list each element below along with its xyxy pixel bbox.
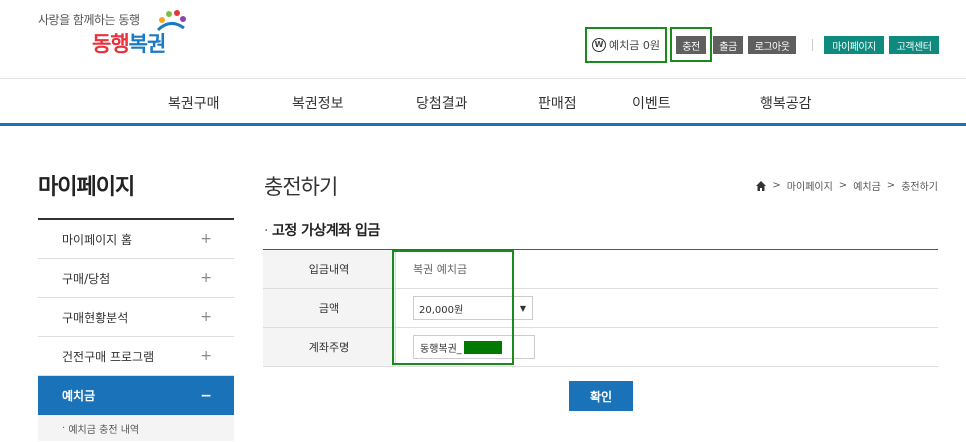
- page-title: 충전하기: [264, 175, 338, 199]
- nav-item-events[interactable]: 이벤트: [632, 93, 671, 113]
- section-title-text: 고정 가상계좌 입금: [271, 223, 380, 239]
- chevron-right-icon: >: [838, 180, 848, 191]
- breadcrumb-item[interactable]: 마이페이지: [787, 178, 833, 193]
- account-holder-label: 계좌주명: [263, 328, 396, 366]
- nav-item-happy[interactable]: 행복공감: [760, 93, 812, 113]
- sidebar-item-label: 구매현황분석: [62, 310, 129, 325]
- form-row-amount: 금액 20,000원 ▼: [263, 289, 938, 328]
- sidebar-title: 마이페이지: [38, 175, 135, 200]
- support-button[interactable]: 고객센터: [889, 36, 939, 54]
- form-highlight: [392, 250, 514, 365]
- chevron-right-icon: >: [772, 180, 781, 191]
- sidebar-item-label: 건전구매 프로그램: [62, 349, 155, 364]
- form-row-account-holder: 계좌주명 동행복권_: [263, 328, 938, 367]
- mypage-button[interactable]: 마이페이지: [824, 36, 884, 54]
- sidebar-item-deposit[interactable]: 예치금 −: [38, 376, 234, 415]
- withdraw-button[interactable]: 출금: [713, 36, 743, 54]
- breadcrumb-item: 충전하기: [901, 182, 938, 193]
- logo-text-part1: 동행: [92, 32, 130, 56]
- plus-icon: +: [200, 309, 212, 325]
- confirm-button[interactable]: 확인: [569, 381, 633, 411]
- nav-item-results[interactable]: 당첨결과: [416, 93, 468, 113]
- sidebar-item-label: 구매/당첨: [62, 271, 111, 286]
- plus-icon: +: [200, 270, 212, 286]
- home-icon[interactable]: [756, 180, 767, 191]
- bullet-icon: ·: [264, 223, 268, 239]
- deposit-balance[interactable]: W 예치금 0원: [585, 27, 667, 63]
- won-icon: W: [592, 38, 606, 52]
- header-divider: [812, 39, 813, 51]
- sidebar-item-healthy-program[interactable]: 건전구매 프로그램 +: [38, 337, 234, 376]
- deposit-type-label: 입금내역: [263, 250, 396, 288]
- sidebar-item-analysis[interactable]: 구매현황분석 +: [38, 298, 234, 337]
- amount-label: 금액: [263, 289, 396, 327]
- sidebar-subitem-label: 예치금 충전 내역: [68, 424, 140, 436]
- plus-icon: +: [200, 231, 212, 247]
- nav-item-stores[interactable]: 판매점: [538, 93, 577, 113]
- main-nav: 복권구매 복권정보 당첨결과 판매점 이벤트 행복공감: [0, 78, 966, 126]
- sidebar-item-label: 예치금: [62, 389, 96, 403]
- sidebar-item-home[interactable]: 마이페이지 홈 +: [38, 220, 234, 259]
- sidebar-item-label: 마이페이지 홈: [62, 232, 133, 247]
- sidebar-subitem-charge-history[interactable]: · 예치금 충전 내역: [38, 415, 234, 441]
- breadcrumb: > 마이페이지 > 예치금 > 충전하기: [756, 178, 938, 193]
- sidebar-menu: 마이페이지 홈 + 구매/당첨 + 구매현황분석 + 건전구매 프로그램 + 예…: [38, 218, 234, 441]
- nav-item-buy[interactable]: 복권구매: [168, 93, 220, 113]
- chevron-right-icon: >: [886, 180, 896, 191]
- sidebar-item-purchase-win[interactable]: 구매/당첨 +: [38, 259, 234, 298]
- breadcrumb-item[interactable]: 예치금: [853, 178, 881, 193]
- form-row-deposit-type: 입금내역 복권 예치금: [263, 250, 938, 289]
- charge-button[interactable]: 충전: [676, 36, 706, 54]
- deposit-balance-text: 예치금 0원: [609, 39, 660, 52]
- deposit-form: 입금내역 복권 예치금 금액 20,000원 ▼ 계좌주명 동행복권_: [263, 249, 938, 367]
- logo-tagline: 사랑을 함께하는 동행: [38, 13, 140, 27]
- logout-button[interactable]: 로그아웃: [748, 36, 796, 54]
- nav-item-info[interactable]: 복권정보: [292, 93, 344, 113]
- logo-mark-icon: [156, 10, 186, 32]
- chevron-down-icon: ▼: [519, 303, 526, 313]
- plus-icon: +: [200, 348, 212, 364]
- section-title: · 고정 가상계좌 입금: [264, 220, 380, 240]
- minus-icon: −: [200, 387, 212, 404]
